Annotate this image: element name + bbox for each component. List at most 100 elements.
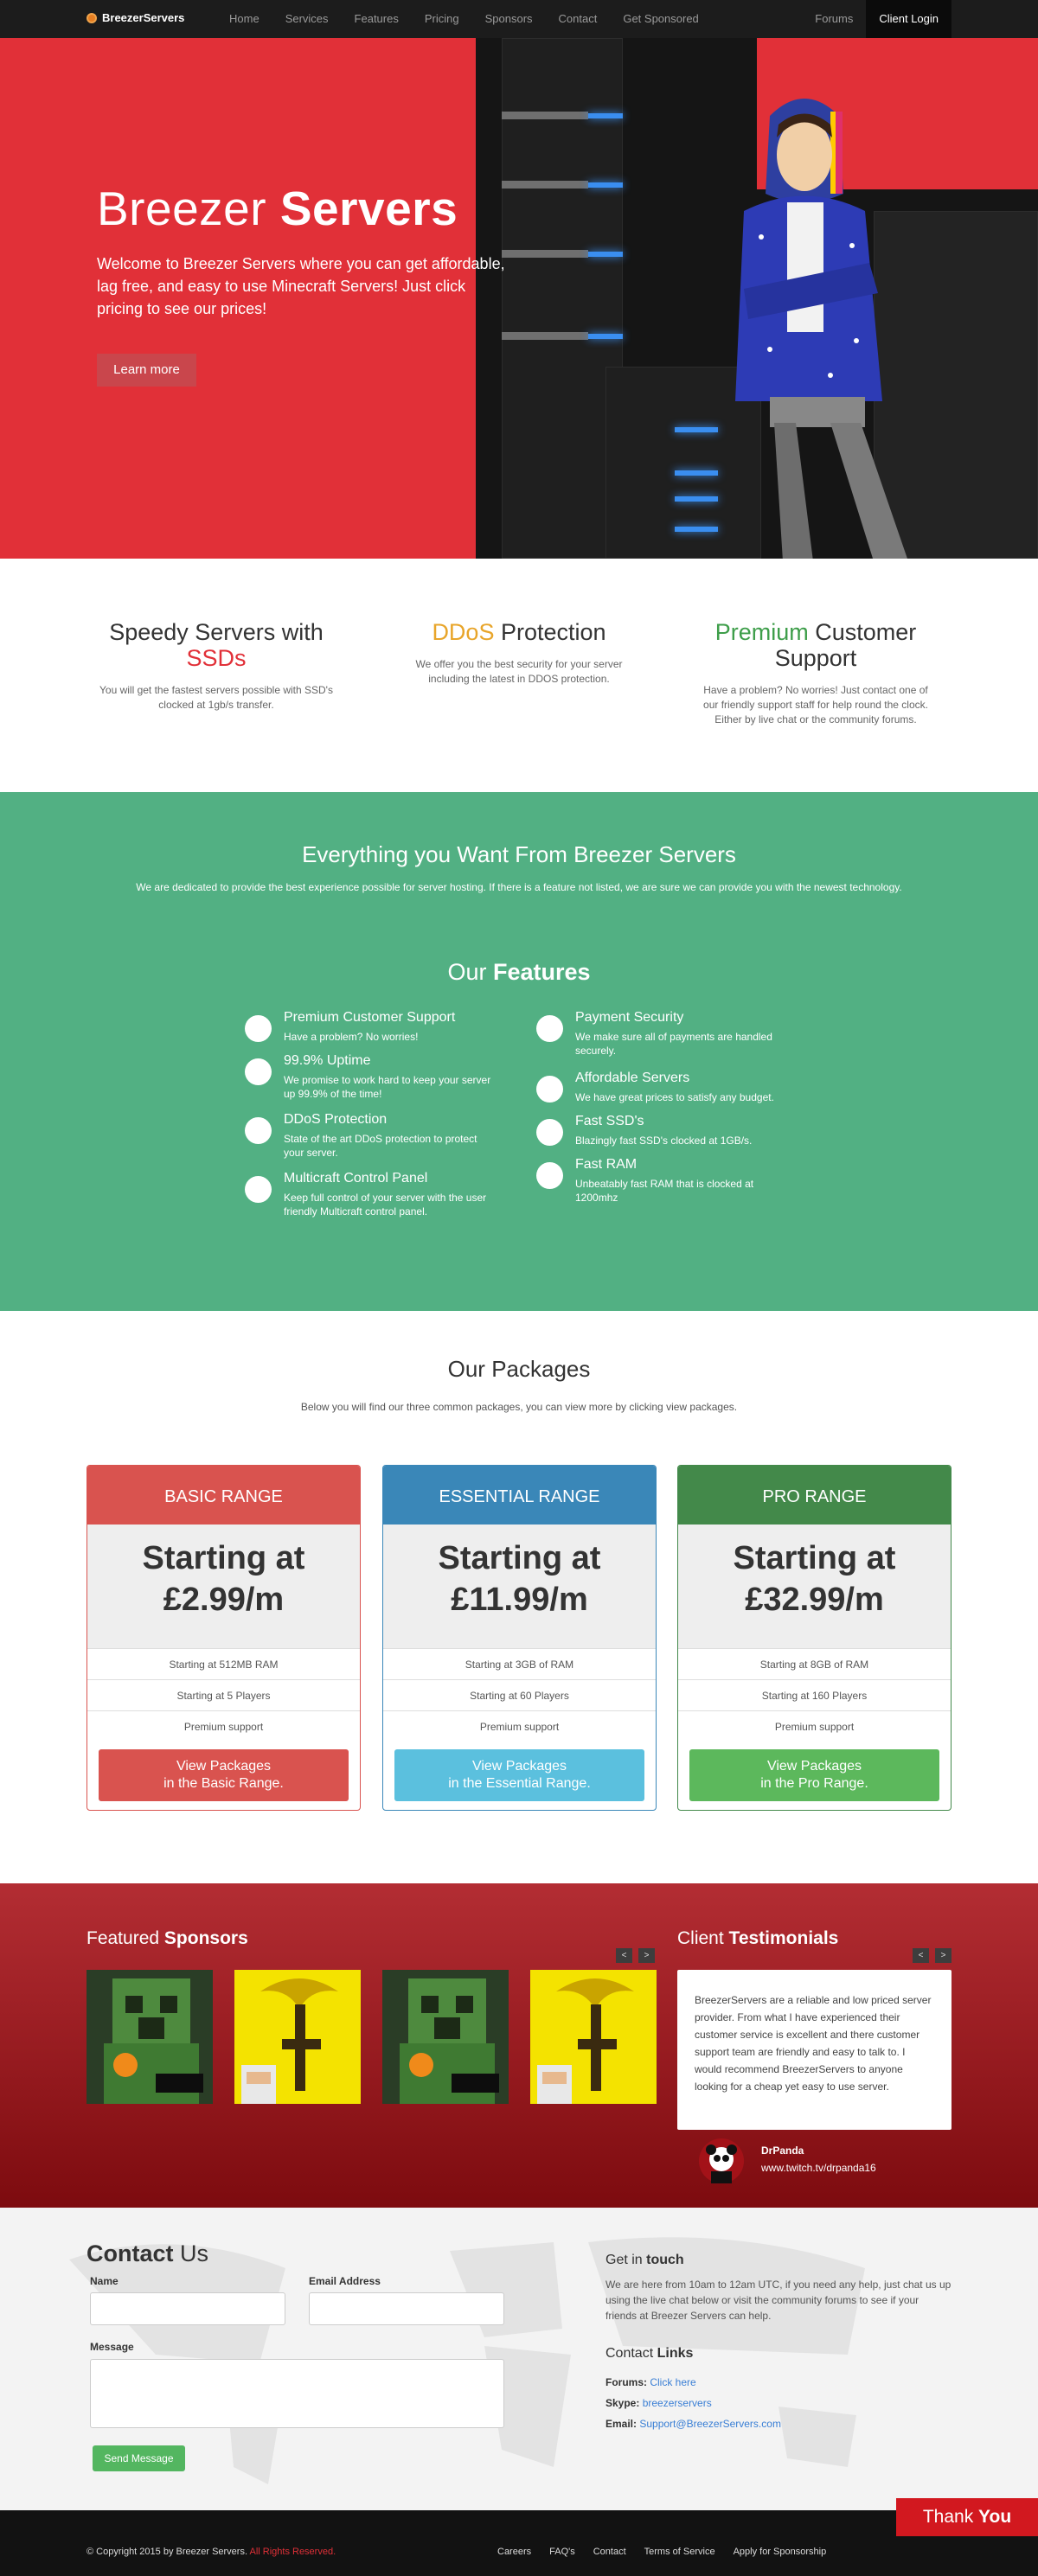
package-name: BASIC RANGE (87, 1466, 360, 1525)
name-input[interactable] (90, 2292, 285, 2325)
promo-text: We offer you the best security for your … (415, 658, 623, 685)
feature-text: State of the art DDoS protection to prot… (284, 1133, 477, 1159)
feature-circle-icon (245, 1176, 272, 1203)
main-menu: Home Services Features Pricing Sponsors … (216, 0, 712, 38)
sponsors-next-button[interactable]: > (638, 1948, 655, 1963)
copyright-text: © Copyright 2015 by Breezer Servers. All… (86, 2547, 336, 2557)
client-login-button[interactable]: Client Login (866, 0, 952, 38)
package-players: Starting at 160 Players (678, 1679, 951, 1710)
send-message-button[interactable]: Send Message (93, 2445, 185, 2471)
message-textarea[interactable] (90, 2359, 504, 2428)
feature-circle-icon (536, 1119, 563, 1146)
feature-item: Affordable Servers We have great prices t… (536, 1071, 787, 1104)
hero-character-image (735, 99, 907, 559)
package-ram: Starting at 512MB RAM (87, 1648, 360, 1679)
contact-links-title: Contact Links (606, 2346, 694, 2361)
nav-home[interactable]: Home (216, 0, 272, 38)
nav-sponsors[interactable]: Sponsors (472, 0, 546, 38)
name-label: Name (90, 2275, 119, 2287)
feature-circle-icon (245, 1015, 272, 1042)
hero-section: Breezer Servers Welcome to Breezer Serve… (0, 38, 1038, 559)
feature-text: Keep full control of your server with th… (284, 1192, 487, 1218)
hero-server-illustration (476, 38, 1038, 559)
feature-title: Affordable Servers (575, 1071, 690, 1085)
feature-item: Fast SSD's Blazingly fast SSD's clocked a… (536, 1114, 787, 1147)
promo-text: Have a problem? No worries! Just contact… (703, 684, 928, 725)
feature-text: We have great prices to satisfy any budg… (575, 1091, 774, 1103)
features-title: Our Features (447, 959, 591, 985)
package-ram: Starting at 8GB of RAM (678, 1648, 951, 1679)
testimonials-next-button[interactable]: > (935, 1948, 952, 1963)
feature-item: Payment Security We make sure all of paym… (536, 1010, 787, 1058)
feature-item: Fast RAM Unbeatably fast RAM that is cloc… (536, 1157, 787, 1205)
view-packages-basic-button[interactable]: View Packages in the Basic Range. (99, 1749, 349, 1801)
sponsors-testimonials-section: Featured Sponsors < > Client Testimonial… (0, 1883, 1038, 2208)
skype-link[interactable]: breezerservers (643, 2397, 712, 2409)
package-card-basic: BASIC RANGE Starting at £2.99/m Starting … (86, 1465, 361, 1811)
forums-link-row: Forums: Click here (606, 2376, 696, 2388)
nav-pricing[interactable]: Pricing (412, 0, 472, 38)
sponsors-prev-button[interactable]: < (616, 1948, 632, 1963)
brand-logo[interactable]: BreezerServers (86, 11, 184, 24)
testimonial-url[interactable]: www.twitch.tv/drpanda16 (761, 2162, 876, 2174)
feature-circle-icon (245, 1058, 272, 1085)
package-price: Starting at £32.99/m (678, 1525, 951, 1648)
footer-terms-link[interactable]: Terms of Service (644, 2547, 715, 2557)
testimonial-author: DrPanda (761, 2145, 804, 2157)
contact-section: Contact Us Name Email Address Message Se… (0, 2208, 1038, 2510)
nav-services[interactable]: Services (272, 0, 342, 38)
promo-ssd: Speedy Servers with SSDs You will get th… (78, 619, 355, 713)
everything-subtitle: We are dedicated to provide the best exp… (136, 881, 902, 893)
email-link[interactable]: Support@BreezerServers.com (639, 2418, 781, 2430)
brand-icon (86, 12, 97, 23)
nav-contact[interactable]: Contact (546, 0, 611, 38)
forums-link[interactable]: Click here (650, 2376, 695, 2388)
sponsor-logo-creeper[interactable] (382, 1970, 509, 2104)
testimonials-prev-button[interactable]: < (913, 1948, 929, 1963)
testimonial-avatar (699, 2138, 744, 2183)
feature-title: DDoS Protection (284, 1112, 388, 1127)
sponsor-logo-yellow[interactable] (530, 1970, 657, 2104)
nav-get-sponsored[interactable]: Get Sponsored (610, 0, 711, 38)
feature-title: 99.9% Uptime (284, 1053, 371, 1068)
nav-forums[interactable]: Forums (802, 0, 866, 38)
feature-item: DDoS Protection State of the art DDoS pro… (245, 1112, 496, 1160)
everything-title: Everything you Want From Breezer Servers (302, 841, 736, 867)
footer-sponsorship-link[interactable]: Apply for Sponsorship (734, 2547, 827, 2557)
testimonial-quote: BreezerServers are a reliable and low pr… (677, 1970, 952, 2130)
footer-careers-link[interactable]: Careers (497, 2547, 531, 2557)
feature-text: Have a problem? No worries! (284, 1031, 419, 1043)
promo-text: You will get the fastest servers possibl… (99, 684, 333, 711)
packages-section: Our Packages Below you will find our thr… (0, 1311, 1038, 1883)
package-support: Premium support (678, 1710, 951, 1742)
feature-circle-icon (536, 1162, 563, 1189)
email-input[interactable] (309, 2292, 504, 2325)
nav-features[interactable]: Features (342, 0, 412, 38)
package-name: ESSENTIAL RANGE (383, 1466, 656, 1525)
promo-heading: Speedy Servers with SSDs (109, 619, 324, 671)
feature-text: We promise to work hard to keep your ser… (284, 1074, 491, 1100)
feature-circle-icon (536, 1076, 563, 1103)
promo-heading: DDoS Protection (432, 619, 606, 645)
footer-contact-link[interactable]: Contact (593, 2547, 626, 2557)
feature-title: Payment Security (575, 1010, 684, 1025)
feature-circle-icon (245, 1117, 272, 1144)
feature-item: 99.9% Uptime We promise to work hard to k… (245, 1053, 496, 1101)
view-packages-essential-button[interactable]: View Packages in the Essential Range. (394, 1749, 644, 1801)
view-packages-pro-button[interactable]: View Packages in the Pro Range. (689, 1749, 939, 1801)
contact-title: Contact Us (86, 2240, 209, 2266)
sponsor-logo-creeper[interactable] (86, 1970, 213, 2104)
sponsor-logo-yellow[interactable] (234, 1970, 361, 2104)
thank-you-tab[interactable]: Thank You (896, 2498, 1038, 2536)
footer-faq-link[interactable]: FAQ's (549, 2547, 575, 2557)
package-name: PRO RANGE (678, 1466, 951, 1525)
email-link-row: Email: Support@BreezerServers.com (606, 2418, 781, 2430)
brand-name: BreezerServers (102, 11, 185, 24)
feature-title: Multicraft Control Panel (284, 1171, 428, 1186)
packages-title: Our Packages (447, 1356, 591, 1382)
promo-heading: Premium Customer Support (714, 619, 917, 671)
testimonials-title: Client Testimonials (677, 1928, 839, 1948)
promo-ddos: DDoS Protection We offer you the best se… (381, 619, 657, 687)
get-in-touch-title: Get in touch (606, 2253, 684, 2267)
learn-more-button[interactable]: Learn more (97, 354, 196, 387)
